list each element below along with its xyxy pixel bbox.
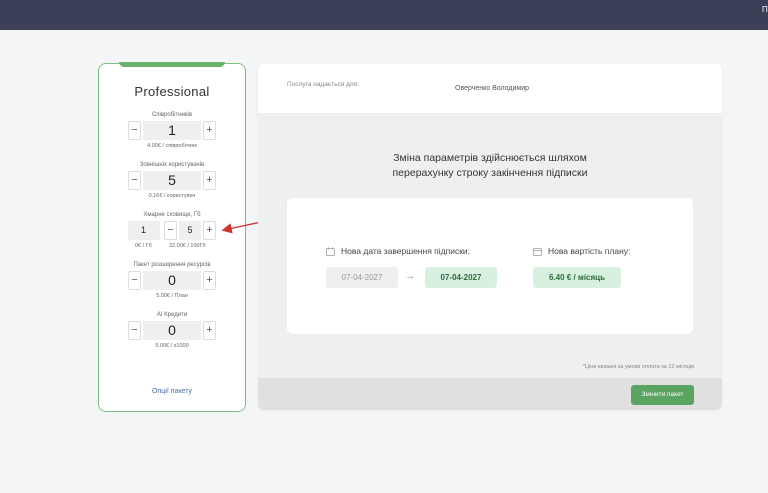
new-date-value: 07-04-2027 bbox=[425, 267, 497, 288]
price-note: *Ціни вказані за умови оплати за 12 міся… bbox=[582, 364, 694, 370]
info-message-line2: перерахунку строку закінчення підписки bbox=[392, 167, 588, 179]
new-date-header: Нова дата завершення підписки: bbox=[326, 246, 470, 256]
calendar-icon bbox=[326, 247, 335, 256]
summary-panel: Нова дата завершення підписки: Нова варт… bbox=[287, 198, 693, 334]
card-body: Зміна параметрів здійснюється шляхом пер… bbox=[258, 114, 722, 378]
new-price-label: Нова вартість плану: bbox=[548, 246, 631, 256]
old-date-value: 07-04-2027 bbox=[326, 267, 398, 288]
change-plan-button[interactable]: Змінити пакет bbox=[631, 385, 694, 405]
new-price-value: 6.40 € / місяць bbox=[533, 267, 621, 288]
provided-for-label: Послуга надається для: bbox=[287, 81, 360, 88]
arrow-right-icon: → bbox=[405, 271, 415, 282]
new-date-label: Нова дата завершення підписки: bbox=[341, 246, 471, 256]
card-footer: Змінити пакет bbox=[258, 378, 722, 410]
wallet-icon bbox=[533, 247, 542, 256]
new-price-header: Нова вартість плану: bbox=[533, 246, 630, 256]
info-message-line1: Зміна параметрів здійснюється шляхом bbox=[393, 152, 587, 164]
info-message: Зміна параметрів здійснюється шляхом пер… bbox=[258, 151, 722, 181]
subscription-change-card: Послуга надається для: Оверченко Володим… bbox=[258, 64, 722, 410]
provided-for-value: Оверченко Володимир bbox=[455, 85, 530, 92]
card-header: Послуга надається для: Оверченко Володим… bbox=[258, 64, 722, 114]
